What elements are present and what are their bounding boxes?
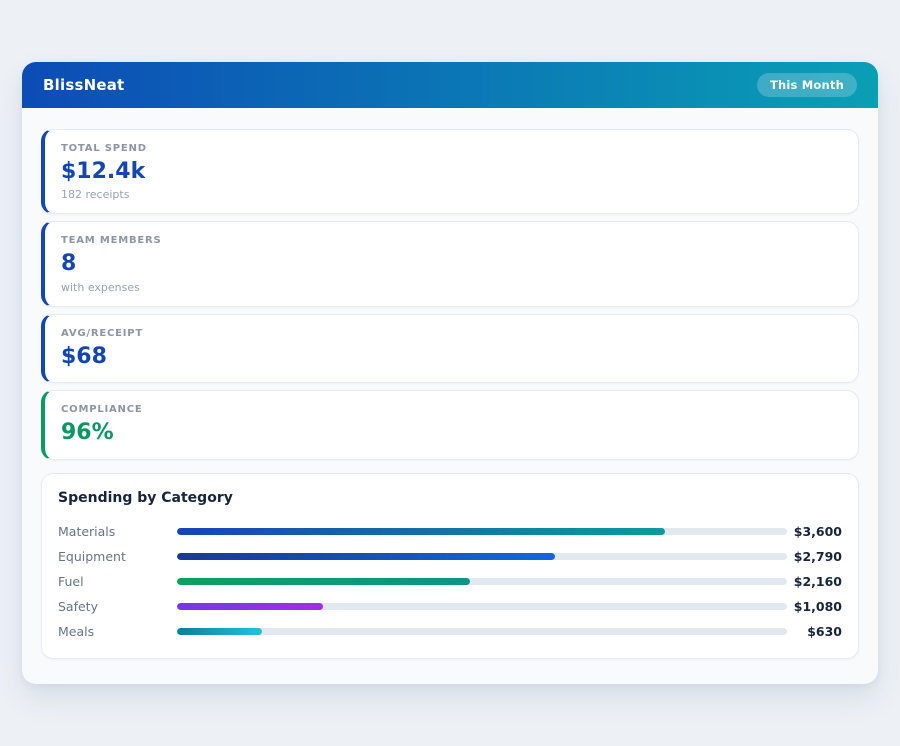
category-bar-track bbox=[177, 602, 787, 610]
category-row-safety: Safety $1,080 bbox=[58, 594, 842, 619]
stat-card-avg-receipt: AVG/RECEIPT $68 bbox=[41, 313, 859, 384]
category-bar-track bbox=[177, 577, 787, 585]
stat-card-compliance: COMPLIANCE 96% bbox=[41, 390, 859, 460]
category-bar-fill bbox=[177, 627, 263, 635]
stat-card-team-members: TEAM MEMBERS 8 with expenses bbox=[41, 221, 859, 307]
category-value: $2,790 bbox=[793, 548, 842, 564]
category-bar-fill bbox=[177, 577, 470, 585]
category-value: $2,160 bbox=[793, 573, 842, 589]
stat-value: 96% bbox=[61, 420, 114, 446]
stat-label: COMPLIANCE bbox=[61, 404, 143, 416]
category-bar-fill bbox=[177, 527, 665, 535]
category-label: Materials bbox=[58, 523, 116, 539]
page-background: { "header": { "title": "BlissNeat", "bad… bbox=[0, 0, 900, 746]
category-row-materials: Materials $3,600 bbox=[58, 519, 842, 544]
stat-value: $12.4k bbox=[61, 159, 146, 184]
category-card-title: Spending by Category bbox=[58, 489, 233, 506]
category-value: $3,600 bbox=[793, 523, 842, 539]
category-label: Safety bbox=[58, 598, 98, 614]
stat-label: TOTAL SPEND bbox=[61, 143, 147, 154]
category-bar-fill bbox=[177, 552, 556, 560]
spending-by-category-card: Spending by Category Materials $3,600 Eq… bbox=[41, 472, 859, 659]
category-label: Equipment bbox=[58, 548, 126, 564]
stat-value: 8 bbox=[61, 251, 77, 277]
stat-value: $68 bbox=[61, 343, 107, 369]
dashboard-card: BlissNeat This Month TOTAL SPEND $12.4k … bbox=[22, 62, 878, 684]
stat-label: TEAM MEMBERS bbox=[61, 235, 162, 247]
category-row-fuel: Fuel $2,160 bbox=[58, 569, 842, 594]
stat-card-total-spend: TOTAL SPEND $12.4k 182 receipts bbox=[41, 129, 859, 215]
category-label: Fuel bbox=[58, 573, 84, 589]
category-bar-track bbox=[177, 552, 787, 560]
stat-label: AVG/RECEIPT bbox=[61, 327, 144, 339]
category-value: $630 bbox=[807, 623, 842, 639]
period-filter-badge[interactable]: This Month bbox=[756, 73, 857, 97]
category-bar-track bbox=[177, 627, 787, 635]
dashboard-content: TOTAL SPEND $12.4k 182 receipts TEAM MEM… bbox=[22, 108, 878, 659]
app-header: BlissNeat This Month bbox=[22, 62, 878, 108]
stat-subtext: 182 receipts bbox=[61, 188, 130, 202]
category-value: $1,080 bbox=[793, 598, 842, 614]
category-row-equipment: Equipment $2,790 bbox=[58, 544, 842, 569]
category-bar-fill bbox=[177, 602, 324, 610]
stat-subtext: with expenses bbox=[61, 280, 140, 294]
app-title: BlissNeat bbox=[43, 76, 125, 94]
category-row-meals: Meals $630 bbox=[58, 619, 842, 644]
category-label: Meals bbox=[58, 623, 95, 639]
category-bar-track bbox=[177, 527, 787, 535]
